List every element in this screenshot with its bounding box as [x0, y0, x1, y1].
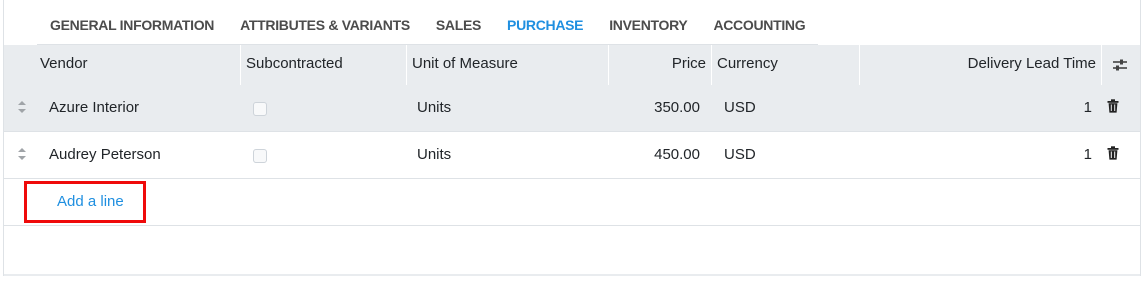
- tab-purchase[interactable]: PURCHASE: [494, 10, 596, 44]
- price-cell[interactable]: 350.00: [608, 85, 700, 131]
- drag-handle-icon[interactable]: [17, 147, 27, 161]
- price-cell[interactable]: 450.00: [608, 132, 700, 178]
- trash-icon[interactable]: [1107, 146, 1119, 160]
- divider: [4, 274, 1140, 276]
- tab-sales[interactable]: SALES: [423, 10, 494, 44]
- tab-attributes-variants[interactable]: ATTRIBUTES & VARIANTS: [227, 10, 423, 44]
- column-delivery-lead-time[interactable]: Delivery Lead Time: [859, 45, 1101, 85]
- tab-accounting[interactable]: ACCOUNTING: [700, 10, 818, 44]
- sliders-icon: [1113, 59, 1127, 71]
- table-row[interactable]: Azure Interior Units 350.00 USD 1: [4, 85, 1140, 132]
- vendor-cell[interactable]: Audrey Peterson: [49, 132, 161, 178]
- tab-inventory[interactable]: INVENTORY: [596, 10, 700, 44]
- table-header: Vendor Subcontracted Unit of Measure Pri…: [4, 45, 1140, 86]
- add-line-row: [4, 179, 1140, 226]
- uom-cell[interactable]: Units: [417, 85, 451, 131]
- column-currency[interactable]: Currency: [711, 45, 859, 85]
- subcontracted-checkbox[interactable]: [253, 102, 267, 116]
- empty-row: [4, 227, 1140, 275]
- column-vendor[interactable]: Vendor: [35, 45, 240, 85]
- trash-icon[interactable]: [1107, 99, 1119, 113]
- subcontracted-checkbox[interactable]: [253, 149, 267, 163]
- vendor-cell[interactable]: Azure Interior: [49, 85, 139, 131]
- tab-general-information[interactable]: GENERAL INFORMATION: [37, 10, 227, 44]
- notebook-tabs: GENERAL INFORMATION ATTRIBUTES & VARIANT…: [37, 10, 819, 45]
- table-row[interactable]: Audrey Peterson Units 450.00 USD 1: [4, 132, 1140, 179]
- add-a-line-link[interactable]: Add a line: [57, 193, 124, 210]
- vendor-list: Vendor Subcontracted Unit of Measure Pri…: [4, 45, 1140, 275]
- lead-time-cell[interactable]: 1: [1004, 132, 1092, 178]
- optional-columns-toggle[interactable]: [1101, 45, 1140, 85]
- currency-cell[interactable]: USD: [724, 85, 756, 131]
- lead-time-cell[interactable]: 1: [1004, 85, 1092, 131]
- column-unit-of-measure[interactable]: Unit of Measure: [406, 45, 608, 85]
- column-price[interactable]: Price: [608, 45, 711, 85]
- drag-handle-icon[interactable]: [17, 100, 27, 114]
- currency-cell[interactable]: USD: [724, 132, 756, 178]
- column-subcontracted[interactable]: Subcontracted: [240, 45, 406, 85]
- uom-cell[interactable]: Units: [417, 132, 451, 178]
